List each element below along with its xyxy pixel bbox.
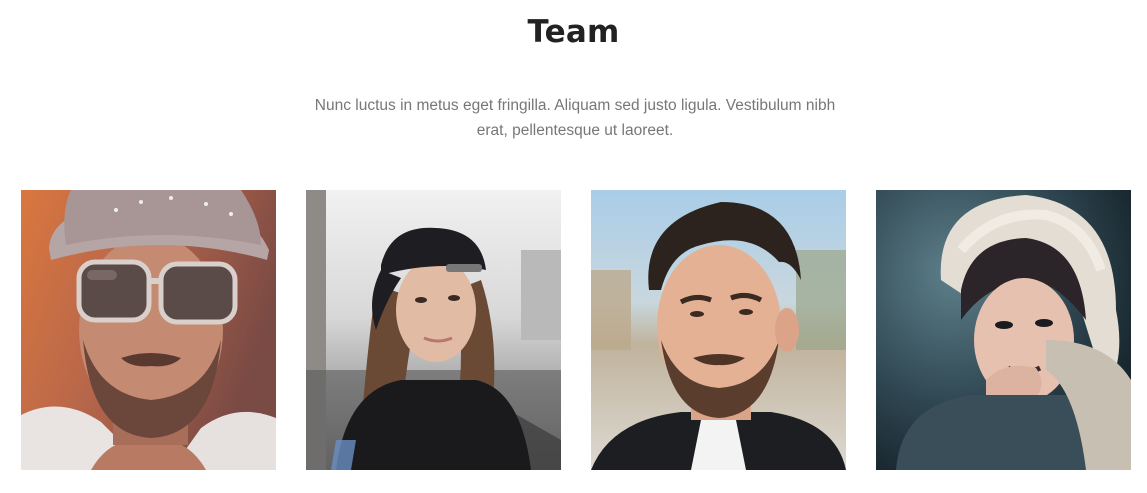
team-member-photo-4 [876,190,1131,470]
team-section: Team Nunc luctus in metus eget fringilla… [0,0,1147,493]
team-member-card-1[interactable] [21,190,276,470]
team-member-photo-1 [21,190,276,470]
section-description: Nunc luctus in metus eget fringilla. Ali… [314,97,836,139]
section-title: Team [527,14,620,50]
team-member-card-4[interactable] [876,190,1131,470]
team-member-card-3[interactable] [591,190,846,470]
team-member-photo-2 [306,190,561,470]
team-member-card-2[interactable] [306,190,561,470]
team-member-photo-3 [591,190,846,470]
